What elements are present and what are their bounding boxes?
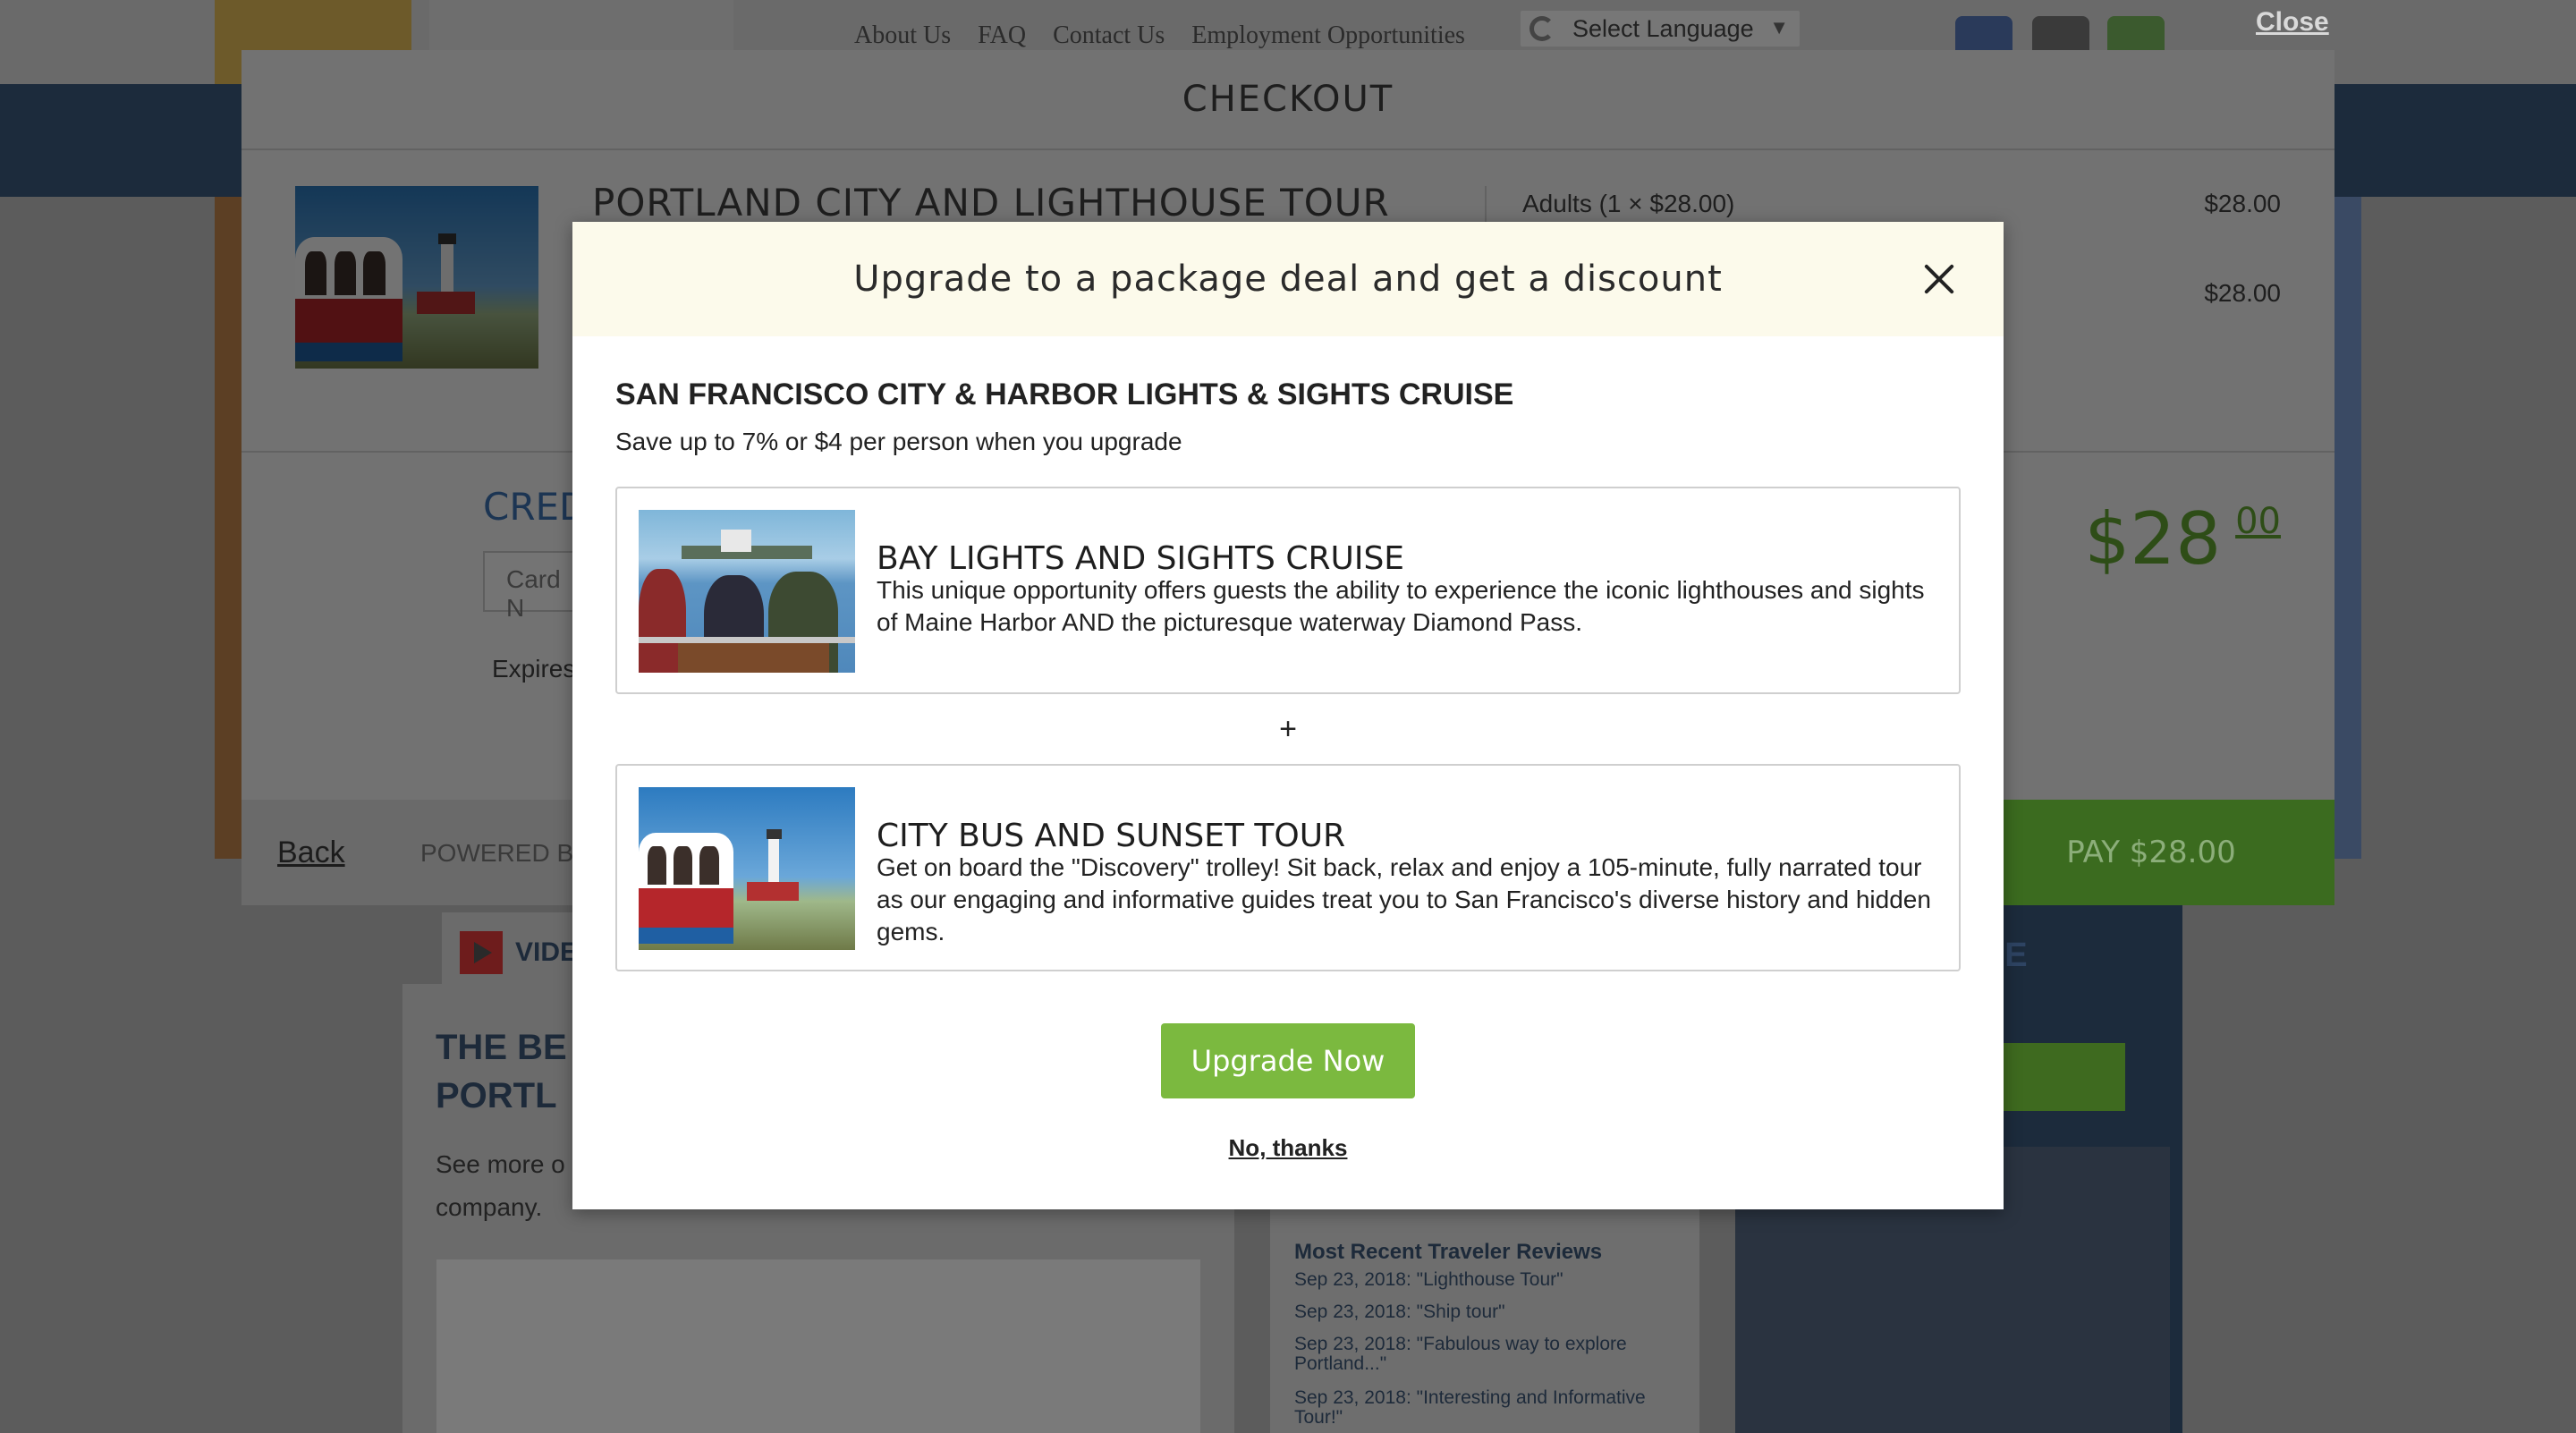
package-item-description: This unique opportunity offers guests th… bbox=[877, 576, 1925, 636]
package-item-card: BAY LIGHTS AND SIGHTS CRUISE This unique… bbox=[615, 487, 1961, 694]
package-item-title: CITY BUS AND SUNSET TOUR bbox=[877, 818, 1346, 854]
package-savings: Save up to 7% or $4 per person when you … bbox=[615, 428, 1182, 455]
package-item-description: Get on board the "Discovery" trolley! Si… bbox=[877, 853, 1931, 945]
no-thanks-link[interactable]: No, thanks bbox=[572, 1134, 2004, 1162]
close-icon[interactable] bbox=[1919, 259, 1959, 299]
trolley-photo bbox=[639, 787, 855, 950]
upgrade-modal-header: Upgrade to a package deal and get a disc… bbox=[572, 222, 2004, 336]
cruise-photo bbox=[639, 510, 855, 673]
package-item-title: BAY LIGHTS AND SIGHTS CRUISE bbox=[877, 540, 1405, 577]
upgrade-now-button[interactable]: Upgrade Now bbox=[1161, 1023, 1415, 1098]
package-item-card: CITY BUS AND SUNSET TOUR Get on board th… bbox=[615, 764, 1961, 971]
package-name: SAN FRANCISCO CITY & HARBOR LIGHTS & SIG… bbox=[615, 377, 1514, 411]
plus-separator: + bbox=[1279, 712, 1297, 746]
upgrade-modal: Upgrade to a package deal and get a disc… bbox=[572, 222, 2004, 1209]
upgrade-modal-title: Upgrade to a package deal and get a disc… bbox=[853, 259, 1723, 300]
